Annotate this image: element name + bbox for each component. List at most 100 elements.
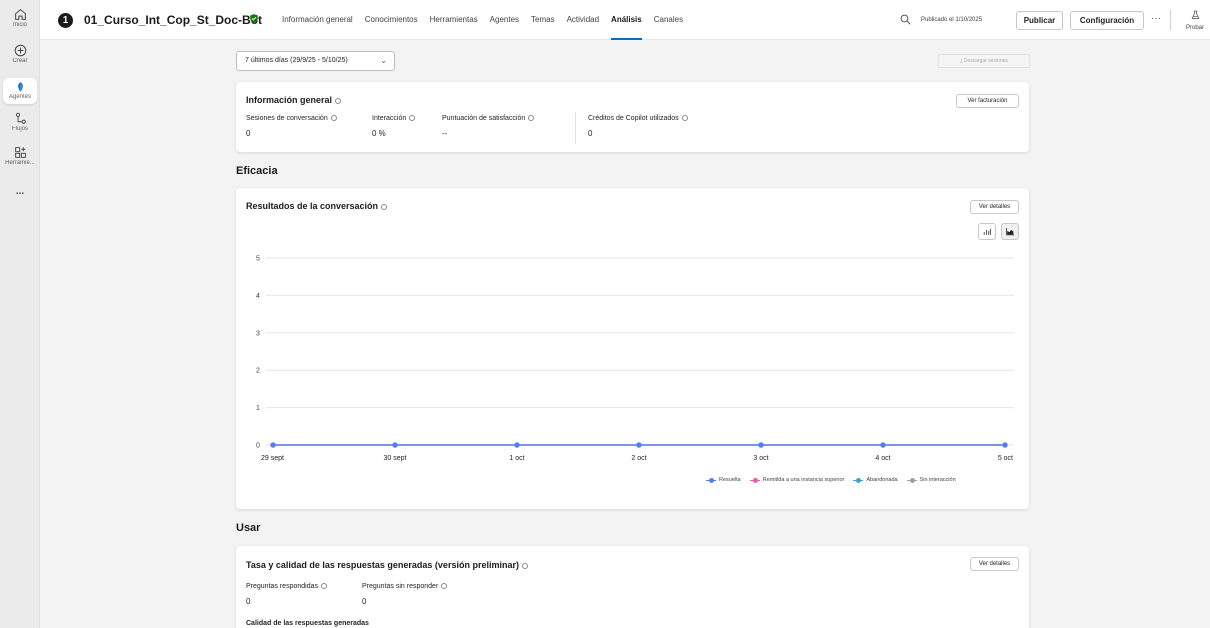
agent-number-badge: 1: [58, 13, 73, 28]
tab-conocimientos[interactable]: Conocimientos: [359, 0, 424, 40]
overview-title: Información general: [246, 95, 342, 105]
rail-item-agentes[interactable]: Agentes: [3, 78, 37, 104]
tools-icon: [14, 147, 26, 158]
info-icon[interactable]: [528, 115, 535, 122]
rail-label-herramientas: Herramie...: [5, 160, 35, 166]
rail-label-flujos: Flujos: [11, 126, 28, 132]
data-point: [514, 442, 520, 448]
test-button[interactable]: Probar: [1180, 7, 1210, 31]
agent-name: 01_Curso_Int_Cop_St_Doc-Bot: [84, 13, 263, 27]
metric-value-credits: 0: [588, 129, 593, 138]
generated-answers-title: Tasa y calidad de las respuestas generad…: [246, 560, 528, 570]
rail-item-herramientas[interactable]: Herramie...: [0, 146, 40, 166]
tab-canales[interactable]: Canales: [648, 0, 689, 40]
info-icon[interactable]: [409, 115, 416, 122]
legend-label: Remitida a una instancia superior: [762, 477, 845, 483]
metric-label-satisfaction: Puntuación de satisfacción: [442, 115, 535, 122]
x-tick-label: 3 oct: [753, 455, 768, 462]
generated-answers-card: Tasa y calidad de las respuestas generad…: [236, 546, 1029, 628]
overview-title-text: Información general: [246, 95, 333, 105]
date-range-value: 7 últimos días (29/9/25 - 5/10/25): [245, 57, 348, 64]
legend-item-abandonada[interactable]: Abandonada: [853, 477, 898, 483]
metric-value-unanswered: 0: [362, 597, 367, 606]
x-tick-label: 2 oct: [631, 455, 646, 462]
rail-label-inicio: Inicio: [12, 22, 27, 28]
tab-agentes[interactable]: Agentes: [484, 0, 525, 40]
rail-item-crear[interactable]: Crear: [0, 44, 40, 64]
metric-value-satisfaction: --: [442, 129, 448, 138]
metric-label-sessions: Sesiones de conversación: [246, 115, 337, 122]
test-label: Probar: [1185, 25, 1204, 31]
metric-label-sessions-text: Sesiones de conversación: [246, 115, 328, 122]
view-details-button[interactable]: Ver detalles: [970, 557, 1019, 571]
metric-value-interaction: 0 %: [372, 129, 386, 138]
data-point: [270, 442, 276, 448]
data-point: [636, 442, 642, 448]
info-icon[interactable]: [681, 115, 688, 122]
tab-herramientas[interactable]: Herramientas: [424, 0, 484, 40]
y-tick-label: 4: [256, 293, 260, 300]
chart-legend: Resuelta Remitida a una instancia superi…: [706, 477, 965, 483]
y-tick-label: 2: [256, 368, 260, 375]
billing-button[interactable]: Ver facturación: [956, 94, 1019, 108]
legend-label: Sin interacción: [919, 477, 956, 483]
rail-more-button[interactable]: ...: [0, 186, 40, 197]
legend-item-sin-interaccion[interactable]: Sin interacción: [906, 477, 956, 483]
metric-label-answered-text: Preguntas respondidas: [246, 583, 318, 590]
publish-button[interactable]: Publicar: [1016, 11, 1063, 30]
metric-label-credits-text: Créditos de Copilot utilizados: [588, 115, 679, 122]
download-sessions-button[interactable]: ⤓ Descargar sesiones: [938, 54, 1030, 68]
more-icon: ...: [15, 186, 25, 197]
y-tick-label: 5: [256, 256, 260, 263]
metric-value-sessions: 0: [246, 129, 251, 138]
tab-temas[interactable]: Temas: [525, 0, 561, 40]
x-tick-label: 5 oct: [998, 455, 1013, 462]
metric-label-interaction-text: Interacción: [372, 115, 407, 122]
quality-label: Calidad de las respuestas generadas: [246, 620, 369, 627]
data-point: [392, 442, 398, 448]
metric-value-answered: 0: [246, 597, 251, 606]
data-point: [880, 442, 886, 448]
legend-label: Abandonada: [866, 477, 898, 483]
metric-label-satisfaction-text: Puntuación de satisfacción: [442, 115, 526, 122]
chevron-down-icon: ⌄: [380, 56, 387, 65]
x-tick-label: 29 sept: [261, 455, 284, 462]
legend-item-remitida[interactable]: Remitida a una instancia superior: [749, 477, 845, 483]
x-tick-label: 4 oct: [875, 455, 890, 462]
home-icon: [14, 8, 26, 20]
rail-item-inicio[interactable]: Inicio: [0, 8, 40, 28]
tab-informacion-general[interactable]: Información general: [276, 0, 359, 40]
info-icon[interactable]: [521, 562, 528, 569]
configuration-button[interactable]: Configuración: [1070, 11, 1144, 30]
y-tick-label: 0: [256, 443, 260, 450]
y-tick-label: 3: [256, 330, 260, 337]
tab-actividad[interactable]: Actividad: [561, 0, 605, 40]
effectiveness-section-title: Eficacia: [236, 165, 278, 177]
flask-icon: [1191, 10, 1199, 19]
metric-divider: [575, 112, 576, 144]
info-icon[interactable]: [441, 583, 448, 590]
date-range-select[interactable]: 7 últimos días (29/9/25 - 5/10/25) ⌄: [236, 51, 395, 71]
metric-label-unanswered-text: Preguntas sin responder: [362, 583, 439, 590]
legend-label: Resuelta: [719, 477, 741, 483]
rail-item-flujos[interactable]: Flujos: [0, 112, 40, 132]
tab-bar: Información general Conocimientos Herram…: [276, 0, 689, 40]
rail-label-crear: Crear: [12, 58, 28, 64]
conversation-results-chart: 0 1 2 3 4 5 29 sept 30 sept 1 oct 2 oct 3 oct 4 oct…: [256, 256, 1014, 462]
legend-item-resuelta[interactable]: Resuelta: [706, 477, 741, 483]
agents-icon: [17, 82, 23, 92]
rail-label-agentes: Agentes: [8, 94, 32, 100]
info-icon[interactable]: [335, 97, 342, 104]
conversation-results-card: Resultados de la conversación Ver detall…: [236, 188, 1029, 509]
metric-label-interaction: Interacción: [372, 115, 416, 122]
info-icon[interactable]: [321, 583, 327, 590]
metric-label-answered: Preguntas respondidas: [246, 583, 327, 590]
info-icon[interactable]: [330, 115, 337, 122]
y-tick-label: 1: [256, 405, 260, 412]
search-icon[interactable]: [900, 14, 911, 25]
tab-analisis[interactable]: Análisis: [605, 0, 648, 40]
more-options-button[interactable]: ···: [1151, 13, 1161, 24]
overview-card: Información general Ver facturación Sesi…: [236, 82, 1029, 152]
x-tick-label: 1 oct: [509, 455, 524, 462]
download-sessions-label: Descargar sesiones: [963, 58, 1008, 64]
